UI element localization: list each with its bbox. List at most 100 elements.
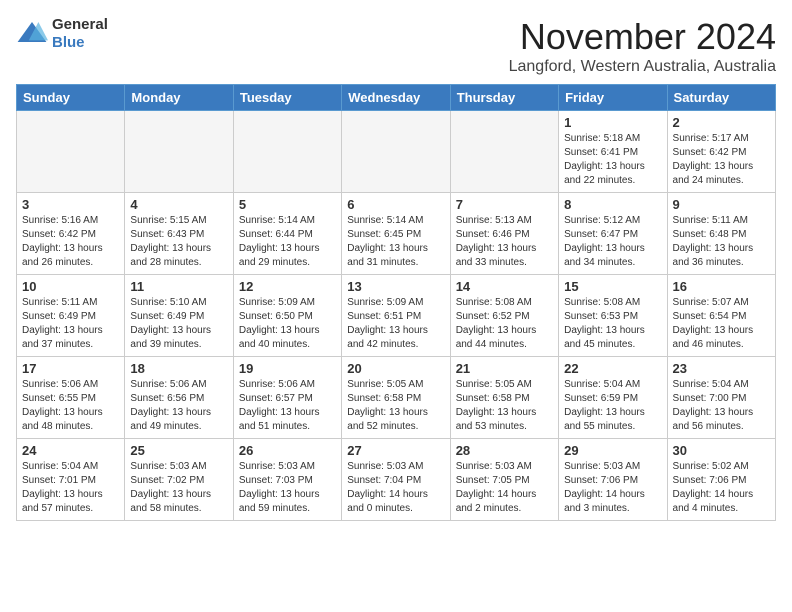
calendar-cell: 28 Sunrise: 5:03 AMSunset: 7:05 PMDayligh… — [450, 439, 558, 521]
day-number: 6 — [347, 197, 444, 212]
day-number: 7 — [456, 197, 553, 212]
cell-info: Sunrise: 5:03 AMSunset: 7:06 PMDaylight:… — [564, 460, 661, 516]
calendar-cell: 6Sunrise: 5:14 AMSunset: 6:45 PMDaylight… — [342, 193, 450, 275]
cell-info: Sunrise: 5:11 AMSunset: 6:48 PMDaylight:… — [673, 214, 770, 270]
day-number: 15 — [564, 279, 661, 294]
calendar-cell: 5 Sunrise: 5:14 AMSunset: 6:44 PMDaylight… — [233, 193, 341, 275]
day-number: 13 — [347, 279, 444, 294]
calendar-cell: 30 Sunrise: 5:02 AMSunset: 7:06 PMDayligh… — [667, 439, 775, 521]
day-number: 17 — [22, 361, 119, 376]
calendar-cell: 3 Sunrise: 5:16 AMSunset: 6:42 PMDaylight… — [17, 193, 125, 275]
cell-info: Sunrise: 5:06 AMSunset: 6:55 PMDaylight:… — [22, 378, 119, 434]
day-number: 30 — [673, 443, 770, 458]
cell-info: Sunrise: 5:12 AMSunset: 6:47 PMDaylight:… — [564, 214, 661, 270]
calendar-cell: 12 Sunrise: 5:09 AMSunset: 6:50 PMDayligh… — [233, 275, 341, 357]
calendar-week-4: 17 Sunrise: 5:06 AMSunset: 6:55 PMDayligh… — [17, 357, 776, 439]
cell-info: Sunrise: 5:02 AMSunset: 7:06 PMDaylight:… — [673, 460, 770, 516]
day-number: 25 — [130, 443, 227, 458]
calendar-cell: 2Sunrise: 5:17 AMSunset: 6:42 PMDaylight… — [667, 111, 775, 193]
day-header-tuesday: Tuesday — [233, 85, 341, 111]
calendar-cell: 14Sunrise: 5:08 AMSunset: 6:52 PMDayligh… — [450, 275, 558, 357]
cell-info: Sunrise: 5:04 AMSunset: 7:00 PMDaylight:… — [673, 378, 770, 434]
location-subtitle: Langford, Western Australia, Australia — [509, 58, 776, 76]
day-number: 24 — [22, 443, 119, 458]
day-number: 28 — [456, 443, 553, 458]
calendar-week-3: 10Sunrise: 5:11 AMSunset: 6:49 PMDayligh… — [17, 275, 776, 357]
day-number: 18 — [130, 361, 227, 376]
day-number: 23 — [673, 361, 770, 376]
calendar-cell: 25 Sunrise: 5:03 AMSunset: 7:02 PMDayligh… — [125, 439, 233, 521]
day-number: 5 — [239, 197, 336, 212]
cell-info: Sunrise: 5:16 AMSunset: 6:42 PMDaylight:… — [22, 214, 119, 270]
cell-info: Sunrise: 5:06 AMSunset: 6:57 PMDaylight:… — [239, 378, 336, 434]
logo: General Blue — [16, 16, 108, 52]
cell-info: Sunrise: 5:09 AMSunset: 6:50 PMDaylight:… — [239, 296, 336, 352]
day-number: 16 — [673, 279, 770, 294]
logo-general-text: General — [52, 16, 108, 34]
calendar-cell: 1 Sunrise: 5:18 AMSunset: 6:41 PMDaylight… — [559, 111, 667, 193]
calendar-cell — [450, 111, 558, 193]
cell-info: Sunrise: 5:05 AMSunset: 6:58 PMDaylight:… — [347, 378, 444, 434]
day-number: 12 — [239, 279, 336, 294]
day-number: 9 — [673, 197, 770, 212]
cell-info: Sunrise: 5:04 AMSunset: 6:59 PMDaylight:… — [564, 378, 661, 434]
day-header-friday: Friday — [559, 85, 667, 111]
calendar-header-row: SundayMondayTuesdayWednesdayThursdayFrid… — [17, 85, 776, 111]
cell-info: Sunrise: 5:14 AMSunset: 6:44 PMDaylight:… — [239, 214, 336, 270]
calendar-cell: 29 Sunrise: 5:03 AMSunset: 7:06 PMDayligh… — [559, 439, 667, 521]
cell-info: Sunrise: 5:03 AMSunset: 7:02 PMDaylight:… — [130, 460, 227, 516]
day-number: 10 — [22, 279, 119, 294]
calendar-cell: 18 Sunrise: 5:06 AMSunset: 6:56 PMDayligh… — [125, 357, 233, 439]
day-number: 26 — [239, 443, 336, 458]
day-number: 22 — [564, 361, 661, 376]
cell-info: Sunrise: 5:03 AMSunset: 7:05 PMDaylight:… — [456, 460, 553, 516]
cell-info: Sunrise: 5:08 AMSunset: 6:53 PMDaylight:… — [564, 296, 661, 352]
cell-info: Sunrise: 5:03 AMSunset: 7:04 PMDaylight:… — [347, 460, 444, 516]
calendar-table: SundayMondayTuesdayWednesdayThursdayFrid… — [16, 84, 776, 521]
cell-info: Sunrise: 5:17 AMSunset: 6:42 PMDaylight:… — [673, 132, 770, 188]
day-number: 4 — [130, 197, 227, 212]
calendar-cell: 8 Sunrise: 5:12 AMSunset: 6:47 PMDaylight… — [559, 193, 667, 275]
calendar-cell: 24Sunrise: 5:04 AMSunset: 7:01 PMDayligh… — [17, 439, 125, 521]
day-number: 11 — [130, 279, 227, 294]
calendar-cell: 22 Sunrise: 5:04 AMSunset: 6:59 PMDayligh… — [559, 357, 667, 439]
day-header-saturday: Saturday — [667, 85, 775, 111]
calendar-cell: 26Sunrise: 5:03 AMSunset: 7:03 PMDayligh… — [233, 439, 341, 521]
day-header-sunday: Sunday — [17, 85, 125, 111]
calendar-cell: 4 Sunrise: 5:15 AMSunset: 6:43 PMDaylight… — [125, 193, 233, 275]
calendar-cell: 9 Sunrise: 5:11 AMSunset: 6:48 PMDaylight… — [667, 193, 775, 275]
calendar-cell: 27 Sunrise: 5:03 AMSunset: 7:04 PMDayligh… — [342, 439, 450, 521]
calendar-cell — [342, 111, 450, 193]
month-title: November 2024 — [509, 16, 776, 58]
day-number: 29 — [564, 443, 661, 458]
calendar-cell: 19Sunrise: 5:06 AMSunset: 6:57 PMDayligh… — [233, 357, 341, 439]
day-header-monday: Monday — [125, 85, 233, 111]
day-header-wednesday: Wednesday — [342, 85, 450, 111]
cell-info: Sunrise: 5:06 AMSunset: 6:56 PMDaylight:… — [130, 378, 227, 434]
calendar-cell: 15 Sunrise: 5:08 AMSunset: 6:53 PMDayligh… — [559, 275, 667, 357]
calendar-week-1: 1 Sunrise: 5:18 AMSunset: 6:41 PMDaylight… — [17, 111, 776, 193]
day-number: 8 — [564, 197, 661, 212]
calendar-cell: 11 Sunrise: 5:10 AMSunset: 6:49 PMDayligh… — [125, 275, 233, 357]
calendar-cell — [17, 111, 125, 193]
calendar-week-2: 3 Sunrise: 5:16 AMSunset: 6:42 PMDaylight… — [17, 193, 776, 275]
day-number: 21 — [456, 361, 553, 376]
day-number: 27 — [347, 443, 444, 458]
cell-info: Sunrise: 5:15 AMSunset: 6:43 PMDaylight:… — [130, 214, 227, 270]
cell-info: Sunrise: 5:18 AMSunset: 6:41 PMDaylight:… — [564, 132, 661, 188]
cell-info: Sunrise: 5:08 AMSunset: 6:52 PMDaylight:… — [456, 296, 553, 352]
cell-info: Sunrise: 5:05 AMSunset: 6:58 PMDaylight:… — [456, 378, 553, 434]
calendar-cell: 23 Sunrise: 5:04 AMSunset: 7:00 PMDayligh… — [667, 357, 775, 439]
calendar-cell: 13 Sunrise: 5:09 AMSunset: 6:51 PMDayligh… — [342, 275, 450, 357]
day-number: 3 — [22, 197, 119, 212]
calendar-cell: 7 Sunrise: 5:13 AMSunset: 6:46 PMDaylight… — [450, 193, 558, 275]
calendar-cell: 20 Sunrise: 5:05 AMSunset: 6:58 PMDayligh… — [342, 357, 450, 439]
cell-info: Sunrise: 5:13 AMSunset: 6:46 PMDaylight:… — [456, 214, 553, 270]
cell-info: Sunrise: 5:09 AMSunset: 6:51 PMDaylight:… — [347, 296, 444, 352]
day-number: 20 — [347, 361, 444, 376]
logo-blue-text: Blue — [52, 34, 108, 52]
calendar-cell — [125, 111, 233, 193]
cell-info: Sunrise: 5:10 AMSunset: 6:49 PMDaylight:… — [130, 296, 227, 352]
logo-icon — [16, 18, 48, 50]
day-number: 1 — [564, 115, 661, 130]
